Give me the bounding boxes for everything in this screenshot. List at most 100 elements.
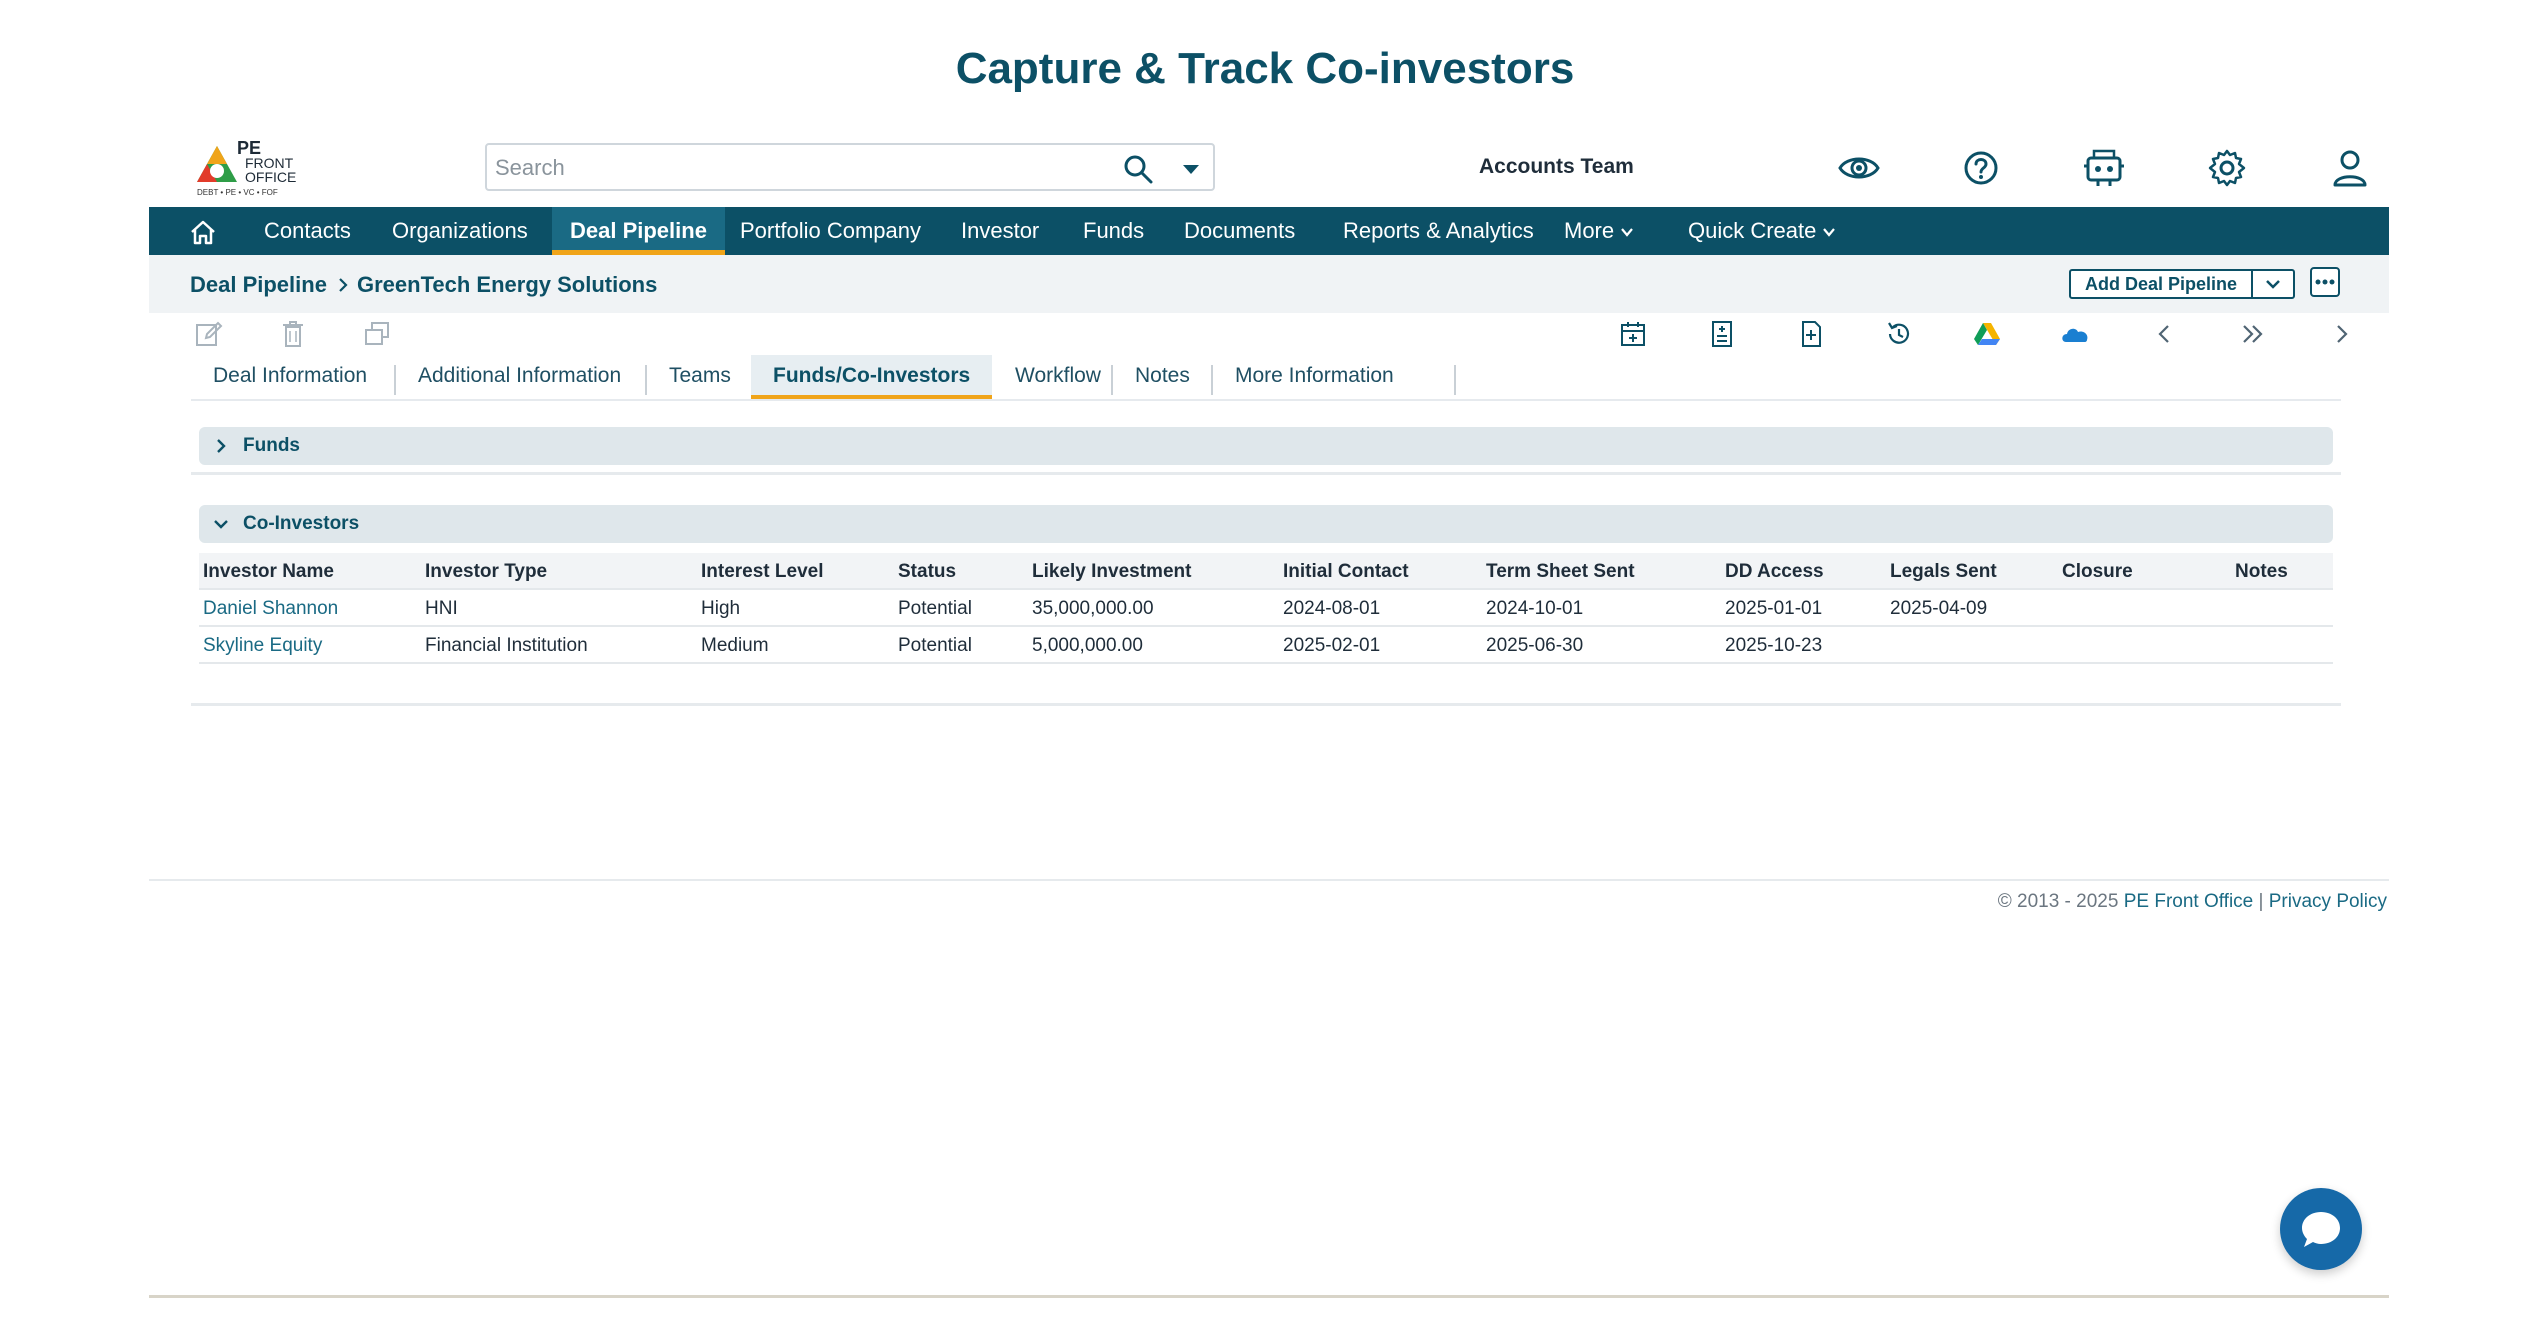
- breadcrumb-root[interactable]: Deal Pipeline: [190, 272, 327, 298]
- coinvestors-panel: Co-Investors Investor Name Investor Type…: [191, 505, 2341, 705]
- column-header[interactable]: Term Sheet Sent: [1486, 553, 1635, 590]
- nav-more-label: More: [1564, 218, 1615, 243]
- chevron-down-icon: [2266, 280, 2280, 289]
- record-toolbar: [149, 313, 2389, 355]
- breadcrumb-current: GreenTech Energy Solutions: [357, 272, 658, 297]
- help-icon[interactable]: [1959, 146, 2003, 190]
- table-cell: High: [701, 598, 741, 619]
- tab-deal-information[interactable]: Deal Information: [191, 355, 389, 399]
- add-deal-pipeline-dropdown[interactable]: [2251, 271, 2293, 297]
- edit-icon[interactable]: [194, 319, 224, 349]
- column-header[interactable]: Investor Name: [203, 553, 334, 590]
- onedrive-icon[interactable]: [2060, 319, 2090, 349]
- table-cell: 2024-10-01: [1486, 598, 1584, 619]
- more-actions-button[interactable]: [2310, 267, 2340, 297]
- home-icon[interactable]: [189, 219, 217, 245]
- nav-item-contacts[interactable]: Contacts: [246, 207, 369, 255]
- nav-item-reports-analytics[interactable]: Reports & Analytics: [1325, 207, 1552, 255]
- eye-icon[interactable]: [1837, 146, 1881, 190]
- logo-text-front-office: FRONT OFFICE: [245, 156, 296, 184]
- tab-teams[interactable]: Teams: [647, 355, 753, 399]
- next-icon[interactable]: [2327, 319, 2357, 349]
- section-divider: [191, 472, 2341, 475]
- bottom-divider: [149, 1295, 2389, 1298]
- add-deal-pipeline-button: Add Deal Pipeline: [2069, 269, 2295, 299]
- user-icon[interactable]: [2328, 146, 2372, 190]
- search-icon[interactable]: [1123, 154, 1153, 184]
- document-icon[interactable]: [1796, 319, 1826, 349]
- app-frame: PE FRONTOFFICE DEBT • PE • VC • FOF Acco…: [149, 128, 2389, 1300]
- calculator-icon[interactable]: [1707, 319, 1737, 349]
- team-name[interactable]: Accounts Team: [1479, 155, 1634, 179]
- footer-copyright: © 2013 - 2025: [1997, 891, 2119, 912]
- column-header[interactable]: Likely Investment: [1032, 553, 1191, 590]
- delete-icon[interactable]: [278, 319, 308, 349]
- column-header[interactable]: Initial Contact: [1283, 553, 1409, 590]
- column-header[interactable]: Notes: [2235, 553, 2288, 590]
- funds-panel-title: Funds: [243, 435, 300, 456]
- privacy-policy-link[interactable]: Privacy Policy: [2269, 891, 2387, 912]
- column-header[interactable]: Legals Sent: [1890, 553, 1997, 590]
- robot-icon[interactable]: [2082, 146, 2126, 190]
- chat-button[interactable]: [2280, 1188, 2362, 1270]
- settings-icon[interactable]: [2205, 146, 2249, 190]
- table-cell: 5,000,000.00: [1032, 635, 1143, 656]
- calendar-icon[interactable]: [1618, 319, 1648, 349]
- column-header[interactable]: Interest Level: [701, 553, 824, 590]
- add-deal-pipeline-label[interactable]: Add Deal Pipeline: [2071, 271, 2251, 297]
- table-cell: 2025-02-01: [1283, 635, 1381, 656]
- google-drive-icon[interactable]: [1972, 319, 2002, 349]
- duplicate-icon[interactable]: [362, 319, 392, 349]
- previous-icon[interactable]: [2150, 319, 2180, 349]
- footer-separator: |: [2258, 891, 2264, 912]
- last-icon[interactable]: [2238, 319, 2268, 349]
- tab-notes[interactable]: Notes: [1113, 355, 1212, 399]
- nav-item-quick-create[interactable]: Quick Create: [1670, 207, 1854, 255]
- column-header[interactable]: DD Access: [1725, 553, 1824, 590]
- chevron-down-icon: [1823, 228, 1836, 237]
- chat-bubble-icon: [2302, 1212, 2340, 1247]
- table-cell: 2025-04-09: [1890, 598, 1988, 619]
- ellipsis-icon: [2315, 279, 2335, 285]
- table-cell: Financial Institution: [425, 635, 588, 656]
- chevron-right-icon: [217, 439, 226, 453]
- column-header[interactable]: Closure: [2062, 553, 2133, 590]
- funds-panel-header[interactable]: Funds: [199, 427, 2333, 465]
- nav-item-investor[interactable]: Investor: [943, 207, 1057, 255]
- nav-quick-create-label: Quick Create: [1688, 218, 1817, 243]
- tab-funds-co-investors[interactable]: Funds/Co-Investors: [751, 355, 993, 399]
- chevron-right-icon: [339, 278, 348, 292]
- investor-name-link[interactable]: Daniel Shannon: [203, 590, 338, 627]
- investor-name-link[interactable]: Skyline Equity: [203, 627, 322, 664]
- history-icon[interactable]: [1884, 319, 1914, 349]
- pe-front-office-logo[interactable]: PE FRONT OFFICE DEBT • PE • VC • FOF: [195, 136, 305, 200]
- column-header[interactable]: Investor Type: [425, 553, 547, 590]
- breadcrumb: Deal Pipeline GreenTech Energy Solutions…: [149, 255, 2389, 313]
- column-header[interactable]: Status: [898, 553, 956, 590]
- table-row: Skyline Equity Financial Institution Med…: [199, 627, 2333, 664]
- table-header-row: Investor Name Investor Type Interest Lev…: [199, 553, 2333, 590]
- footer-company-link[interactable]: PE Front Office: [2124, 891, 2254, 912]
- nav-item-documents[interactable]: Documents: [1166, 207, 1313, 255]
- tab-more-information[interactable]: More Information: [1213, 355, 1416, 399]
- nav-item-funds[interactable]: Funds: [1065, 207, 1162, 255]
- nav-item-organizations[interactable]: Organizations: [374, 207, 546, 255]
- search-input[interactable]: [495, 151, 1095, 185]
- tab-workflow[interactable]: Workflow: [993, 355, 1123, 399]
- funds-panel: Funds: [191, 427, 2341, 487]
- table-cell: Potential: [898, 598, 972, 619]
- table-cell: 2025-01-01: [1725, 598, 1823, 619]
- chevron-down-icon: [1621, 228, 1633, 237]
- page-footer: © 2013 - 2025 PE Front Office | Privacy …: [149, 879, 2389, 912]
- tab-additional-information[interactable]: Additional Information: [396, 355, 643, 399]
- nav-item-deal-pipeline[interactable]: Deal Pipeline: [552, 207, 725, 255]
- tab-divider: [1454, 365, 1456, 395]
- coinvestors-panel-header[interactable]: Co-Investors: [199, 505, 2333, 543]
- chevron-down-icon: [214, 520, 228, 529]
- logo-tagline: DEBT • PE • VC • FOF: [197, 188, 278, 197]
- nav-item-portfolio-company[interactable]: Portfolio Company: [722, 207, 939, 255]
- search-filter-dropdown-icon[interactable]: [1179, 157, 1203, 181]
- search-box: [485, 143, 1215, 191]
- nav-item-more[interactable]: More: [1546, 207, 1652, 255]
- record-tabs: Deal Information Additional Information …: [191, 355, 2341, 401]
